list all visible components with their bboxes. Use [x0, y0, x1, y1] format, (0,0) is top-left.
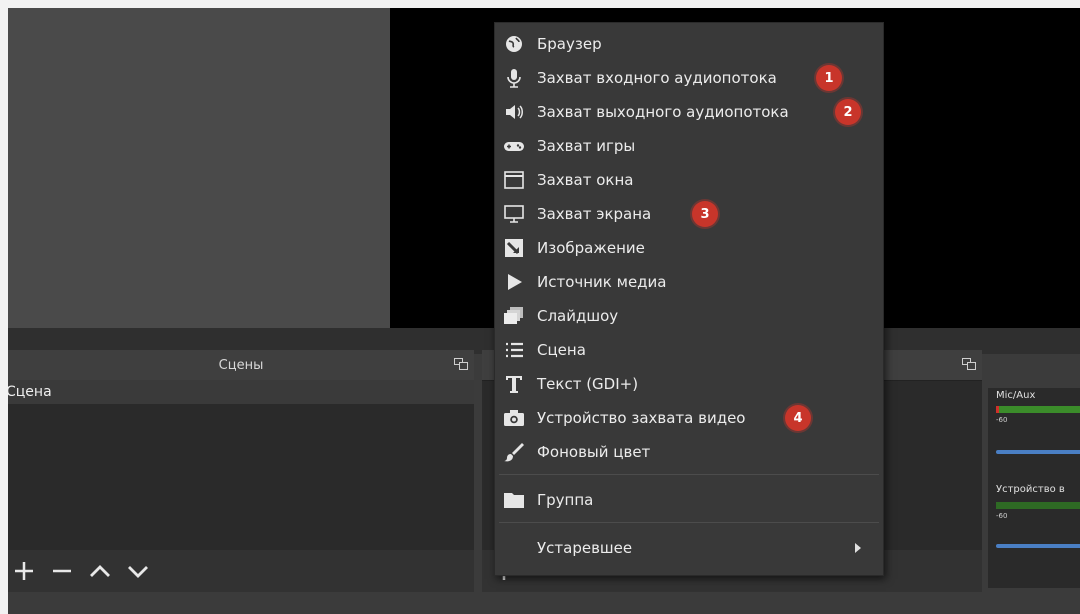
submenu-arrow-icon — [855, 543, 861, 553]
camera-icon — [503, 407, 525, 429]
menu-item-image[interactable]: Изображение — [495, 231, 883, 265]
folder-icon — [503, 489, 525, 511]
microphone-icon — [503, 67, 525, 89]
menu-separator — [499, 522, 879, 523]
menu-item-label: Захват входного аудиопотока — [537, 69, 777, 87]
speaker-icon — [503, 101, 525, 123]
menu-item-label: Захват игры — [537, 137, 636, 155]
menu-separator — [499, 474, 879, 475]
globe-icon — [503, 33, 525, 55]
chevron-down-icon — [128, 566, 148, 578]
menu-item-label: Слайдшоу — [537, 307, 619, 325]
menu-item-label: Захват окна — [537, 171, 634, 189]
mixer-channel-name: Mic/Aux — [996, 390, 1036, 401]
add-scene-button[interactable] — [10, 557, 38, 585]
menu-item-group[interactable]: Группа — [495, 483, 883, 517]
menu-item-label: Браузер — [537, 35, 602, 53]
text-icon — [503, 373, 525, 395]
menu-item-window-capture[interactable]: Захват окна — [495, 163, 883, 197]
menu-item-label: Источник медиа — [537, 273, 667, 291]
chevron-up-icon — [90, 565, 110, 577]
undock-icon[interactable] — [454, 358, 468, 370]
menu-item-label: Фоновый цвет — [537, 443, 651, 461]
menu-item-display-capture[interactable]: Захват экрана 3 — [495, 197, 883, 231]
menu-item-label: Устройство захвата видео — [537, 409, 746, 427]
menu-item-label: Группа — [537, 491, 594, 509]
scene-name: Сцена — [8, 384, 52, 400]
scenes-panel-title: Сцены — [218, 357, 264, 373]
menu-item-label: Сцена — [537, 341, 586, 359]
obs-main-window: Сцены Сцена Mic/Aux -60 Устройство в -60… — [8, 8, 1080, 614]
audio-level-meter — [996, 406, 1080, 413]
move-scene-down-button[interactable] — [124, 557, 152, 585]
audio-mixer-panel: Mic/Aux -60 Устройство в -60 — [988, 388, 1080, 588]
slideshow-icon — [503, 305, 525, 327]
step-badge: 4 — [785, 405, 811, 431]
audio-peak-indicator — [996, 406, 999, 413]
undock-icon[interactable] — [962, 358, 976, 370]
step-badge: 1 — [816, 65, 842, 91]
menu-item-audio-output-capture[interactable]: Захват выходного аудиопотока 2 — [495, 95, 883, 129]
menu-item-video-capture-device[interactable]: Устройство захвата видео 4 — [495, 401, 883, 435]
window-icon — [503, 169, 525, 191]
volume-slider[interactable] — [996, 544, 1080, 548]
meter-ticks: -60 — [996, 416, 1008, 424]
scenes-panel-header: Сцены — [8, 350, 474, 381]
gamepad-icon — [503, 135, 525, 157]
brush-icon — [503, 441, 525, 463]
mixer-channel-name: Устройство в — [996, 484, 1065, 495]
list-icon — [503, 339, 525, 361]
play-icon — [503, 271, 525, 293]
scenes-panel: Сцены Сцена — [8, 350, 474, 592]
image-icon — [503, 237, 525, 259]
scenes-toolbar — [8, 550, 474, 592]
audio-level-meter — [996, 502, 1080, 509]
menu-item-label: Устаревшее — [537, 539, 633, 557]
menu-item-color-source[interactable]: Фоновый цвет — [495, 435, 883, 469]
minus-icon — [53, 569, 71, 573]
menu-item-slideshow[interactable]: Слайдшоу — [495, 299, 883, 333]
menu-item-scene[interactable]: Сцена — [495, 333, 883, 367]
menu-item-audio-input-capture[interactable]: Захват входного аудиопотока 1 — [495, 61, 883, 95]
monitor-icon — [503, 203, 525, 225]
menu-item-browser[interactable]: Браузер — [495, 27, 883, 61]
add-source-context-menu: Браузер Захват входного аудиопотока 1 За… — [494, 22, 884, 576]
meter-ticks: -60 — [996, 512, 1008, 520]
menu-item-text-gdi[interactable]: Текст (GDI+) — [495, 367, 883, 401]
step-badge: 3 — [692, 201, 718, 227]
move-scene-up-button[interactable] — [86, 557, 114, 585]
scene-list-item[interactable]: Сцена — [8, 380, 474, 404]
menu-item-media-source[interactable]: Источник медиа — [495, 265, 883, 299]
menu-item-label: Захват выходного аудиопотока — [537, 103, 789, 121]
remove-scene-button[interactable] — [48, 557, 76, 585]
volume-slider[interactable] — [996, 450, 1080, 454]
plus-icon — [15, 562, 33, 580]
menu-item-game-capture[interactable]: Захват игры — [495, 129, 883, 163]
step-badge: 2 — [835, 99, 861, 125]
menu-item-deprecated[interactable]: Устаревшее — [495, 531, 883, 565]
menu-item-label: Изображение — [537, 239, 645, 257]
menu-item-label: Текст (GDI+) — [537, 375, 639, 393]
menu-item-label: Захват экрана — [537, 205, 652, 223]
preview-side-area — [8, 8, 390, 328]
